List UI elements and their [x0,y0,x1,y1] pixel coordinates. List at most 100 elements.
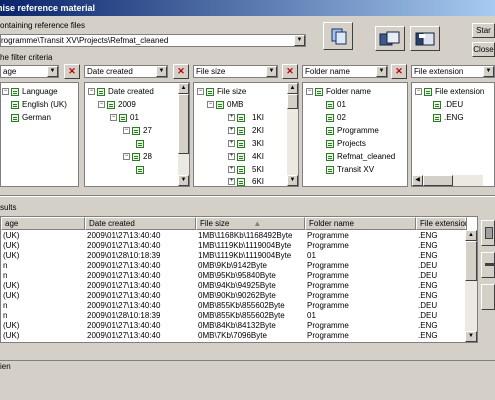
scroll-down-icon[interactable]: ▼ [465,331,477,342]
collapse-icon[interactable]: − [2,88,9,96]
collapse-icon[interactable]: − [123,127,130,135]
save-list-button[interactable] [410,26,440,51]
table-row[interactable]: n 2009\01\27\13:40:40 0MB\9Kb\9142Byte Prog… [1,261,465,271]
scroll-thumb[interactable] [287,94,298,109]
scroll-down-icon[interactable]: ▼ [287,175,298,186]
vertical-scrollbar[interactable]: ▲ ▼ [178,83,189,186]
tree-node-day-28[interactable]: − 28 [123,152,152,162]
tree-node-language[interactable]: − Language [2,87,58,97]
chevron-down-icon[interactable]: ▼ [483,66,494,77]
scroll-left-icon[interactable]: ◀ [412,175,423,186]
table-row[interactable]: (UK) 2009\01\27\13:40:40 1MB\1168Kb\116849… [1,231,465,241]
table-row[interactable]: (UK) 2009\01\27\13:40:40 0MB\84Kb\84132Byt… [1,321,465,331]
results-grid[interactable]: age Date created File size ▲ Folder name … [0,216,478,343]
collapse-icon[interactable]: − [306,88,313,96]
side-action-button-1[interactable] [481,220,495,246]
collapse-icon[interactable]: − [123,153,130,161]
clear-filter-folder-button[interactable]: ✕ [391,64,407,79]
tree-node-extension-root[interactable]: − File extension [415,87,484,97]
column-header-language[interactable]: age [1,217,85,230]
tree-node-0mb[interactable]: − 0MB [207,100,243,110]
tree-node-german[interactable]: German [11,113,51,123]
side-action-button-3[interactable] [481,284,495,310]
collapse-icon[interactable]: − [98,101,105,109]
close-button[interactable]: Close [472,42,495,57]
tree-node-folder-item[interactable]: 02 [326,113,346,123]
filter-combo-extension[interactable]: File extension ▼ [411,65,495,78]
expand-icon[interactable]: + [228,153,235,161]
tree-node-english[interactable]: English (UK) [11,100,67,110]
filter-combo-size[interactable]: File size ▼ [193,65,278,78]
clear-filter-size-button[interactable]: ✕ [282,64,298,79]
table-row[interactable]: (UK) 2009\01\27\13:40:40 0MB\90Kb\90262Byt… [1,291,465,301]
browse-folder-button[interactable] [323,22,353,50]
column-header-extension[interactable]: File extensior [416,217,467,230]
table-row[interactable]: n 2009\01\27\13:40:40 0MB\855Kb\855602Byte… [1,301,465,311]
scroll-down-icon[interactable]: ▼ [178,175,189,186]
clear-filter-language-button[interactable]: ✕ [64,64,80,79]
tree-node-size-item[interactable]: +3KI [228,139,264,149]
scroll-thumb[interactable] [423,175,453,186]
scroll-thumb[interactable] [465,241,477,281]
tree-node-size-item[interactable]: +5KI [228,165,264,175]
chevron-down-icon[interactable]: ▼ [376,66,387,77]
extension-tree[interactable]: − File extension .DEU .ENG ◀ [411,82,495,187]
start-button[interactable]: Star [472,23,495,38]
column-header-date[interactable]: Date created [85,217,196,230]
tree-node-folder-item[interactable]: Programme [326,126,379,136]
scroll-up-icon[interactable]: ▲ [287,83,298,94]
table-row[interactable]: (UK) 2009\01\27\13:40:40 0MB\94Kb\94925Byt… [1,281,465,291]
tree-node-folder-item[interactable]: Refmat_cleaned [326,152,395,162]
table-row[interactable]: n 2009\01\27\13:40:40 0MB\95Kb\95840Byte Pr… [1,271,465,281]
scroll-thumb[interactable] [178,94,189,154]
horizontal-scrollbar[interactable]: ◀ [412,175,483,186]
scroll-up-icon[interactable]: ▲ [178,83,189,94]
tree-node-size-root[interactable]: − File size [197,87,246,97]
language-tree[interactable]: − Language English (UK) German [0,82,79,187]
expand-icon[interactable]: + [228,114,235,122]
tree-node-time[interactable] [136,139,147,149]
expand-icon[interactable]: + [228,127,235,135]
chevron-down-icon[interactable]: ▼ [47,66,58,77]
table-row[interactable]: (UK) 2009\01\28\10:18:39 1MB\1119Kb\111900… [1,251,465,261]
tree-node-time[interactable] [136,165,147,175]
collapse-icon[interactable]: − [415,88,422,96]
tree-node-folder-root[interactable]: − Folder name [306,87,371,97]
column-header-folder[interactable]: Folder name [305,217,416,230]
collapse-icon[interactable]: − [197,88,204,96]
clear-filter-date-button[interactable]: ✕ [173,64,189,79]
column-header-size[interactable]: File size ▲ [196,217,305,230]
date-tree[interactable]: − Date created −2009 −01 −27 −28 ▲ ▼ [84,82,190,187]
tree-node-month[interactable]: − 01 [110,113,139,123]
tree-node-size-item[interactable]: +2KI [228,126,264,136]
tree-node-size-item[interactable]: +1KI [228,113,264,123]
tree-node-extension-item[interactable]: .DEU [433,100,463,110]
scroll-up-icon[interactable]: ▲ [465,230,477,241]
table-row[interactable]: (UK) 2009\01\27\13:40:40 1MB\1119Kb\111900… [1,241,465,251]
tree-node-year[interactable]: − 2009 [98,100,136,110]
tree-node-size-item[interactable]: +4KI [228,152,264,162]
tree-node-day-27[interactable]: − 27 [123,126,152,136]
filter-combo-folder[interactable]: Folder name ▼ [302,65,388,78]
collapse-icon[interactable]: − [110,114,117,122]
vertical-scrollbar[interactable]: ▲ ▼ [465,230,477,342]
vertical-scrollbar[interactable]: ▲ ▼ [287,83,298,186]
collapse-icon[interactable]: − [88,88,95,96]
collapse-icon[interactable]: − [207,101,214,109]
side-action-button-2[interactable] [481,252,495,278]
tree-node-size-item[interactable]: +6KI [228,177,264,186]
chevron-down-icon[interactable]: ▼ [266,66,277,77]
tree-node-date-root[interactable]: − Date created [88,87,154,97]
expand-icon[interactable]: + [228,166,235,174]
expand-icon[interactable]: + [228,178,235,186]
table-row[interactable]: n 2009\01\28\10:18:39 0MB\855Kb\855602Byte… [1,311,465,321]
add-files-button[interactable] [375,26,405,51]
tree-node-folder-item[interactable]: 01 [326,100,346,110]
expand-icon[interactable]: + [228,140,235,148]
tree-node-extension-item[interactable]: .ENG [433,113,464,123]
tree-node-folder-item[interactable]: Transit XV [326,165,374,175]
reference-path-combo[interactable]: rogramme\Transit XV\Projects\Refmat_clea… [0,34,306,47]
chevron-down-icon[interactable]: ▼ [294,35,305,46]
table-row[interactable]: (UK) 2009\01\27\13:40:40 0MB\7Kb\7096Byte P… [1,331,465,341]
filter-combo-language[interactable]: age ▼ [0,65,59,78]
